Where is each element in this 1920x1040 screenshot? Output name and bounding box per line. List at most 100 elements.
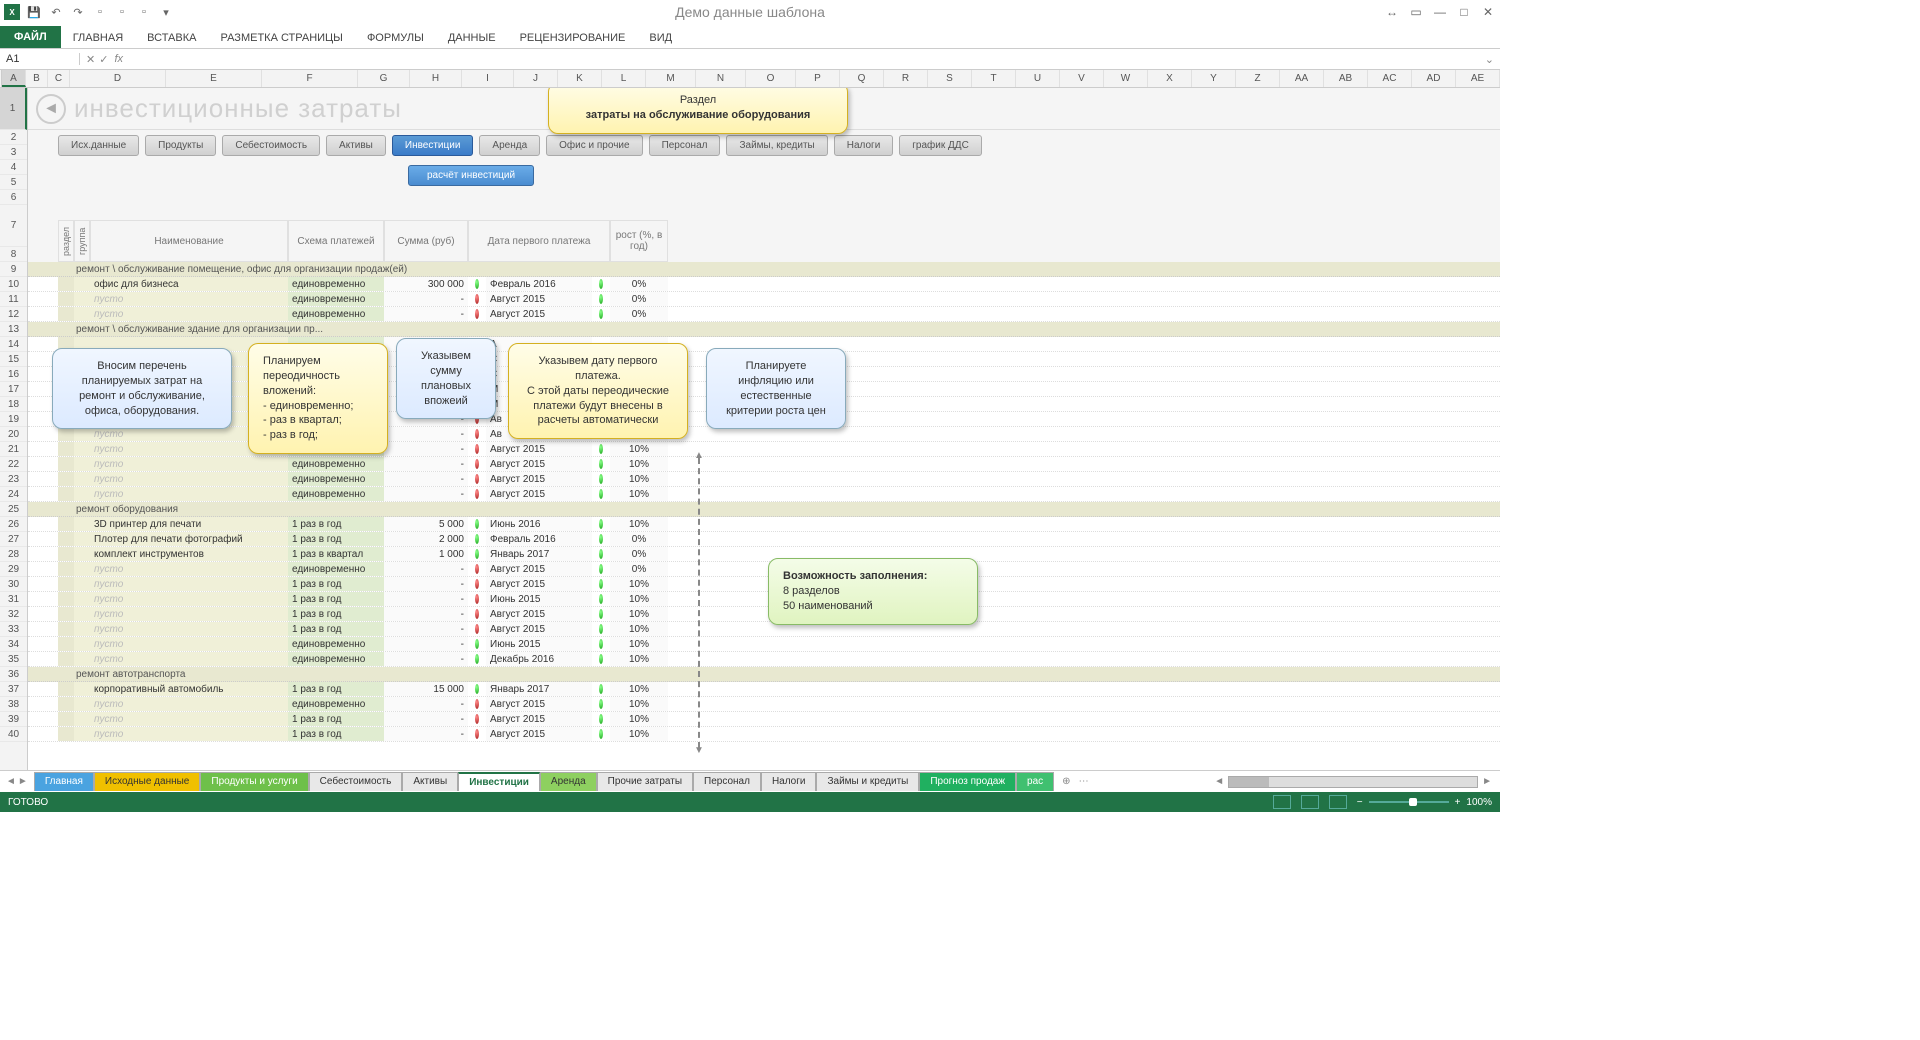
- name-box[interactable]: A1: [0, 53, 80, 65]
- ribbon-tab[interactable]: ВСТАВКА: [135, 28, 208, 48]
- horizontal-scrollbar[interactable]: [1228, 776, 1478, 788]
- row-header[interactable]: 10: [0, 277, 27, 292]
- row-header[interactable]: 39: [0, 712, 27, 727]
- ribbon-toggle-icon[interactable]: ▭: [1408, 4, 1424, 20]
- col-header[interactable]: N: [696, 70, 746, 87]
- nav-button[interactable]: график ДДС: [899, 135, 982, 156]
- sheet-nav-prev-icon[interactable]: ◄: [6, 776, 16, 787]
- expand-formula-icon[interactable]: ⌄: [1479, 53, 1500, 66]
- subnav-button[interactable]: расчёт инвестиций: [408, 165, 534, 186]
- col-header[interactable]: G: [358, 70, 410, 87]
- col-header[interactable]: AE: [1456, 70, 1500, 87]
- sheet-tab[interactable]: Прогноз продаж: [919, 772, 1016, 791]
- row-header[interactable]: 34: [0, 637, 27, 652]
- back-button[interactable]: ◄: [36, 94, 66, 124]
- row-header[interactable]: 19: [0, 412, 27, 427]
- row-header[interactable]: 13: [0, 322, 27, 337]
- redo-icon[interactable]: ↷: [70, 4, 86, 20]
- col-header[interactable]: T: [972, 70, 1016, 87]
- col-header[interactable]: C: [48, 70, 70, 87]
- row-header[interactable]: 29: [0, 562, 27, 577]
- row-header[interactable]: 7: [0, 205, 27, 247]
- table-row[interactable]: пусто единовременно - Декабрь 2016 10%: [28, 652, 1500, 667]
- row-header[interactable]: 36: [0, 667, 27, 682]
- table-row[interactable]: пусто 1 раз в год - Август 2015 10%: [28, 712, 1500, 727]
- table-row[interactable]: пусто единовременно - Август 2015 10%: [28, 697, 1500, 712]
- ribbon-tab[interactable]: ДАННЫЕ: [436, 28, 508, 48]
- minimize-icon[interactable]: —: [1432, 4, 1448, 20]
- table-row[interactable]: Плотер для печати фотографий 1 раз в год…: [28, 532, 1500, 547]
- row-header[interactable]: 28: [0, 547, 27, 562]
- row-header[interactable]: 3: [0, 145, 27, 160]
- print-icon[interactable]: ▫: [136, 4, 152, 20]
- nav-button[interactable]: Себестоимость: [222, 135, 320, 156]
- sheet-tab[interactable]: Инвестиции: [458, 772, 540, 791]
- table-row[interactable]: офис для бизнеса единовременно 300 000 Ф…: [28, 277, 1500, 292]
- hscroll-left-icon[interactable]: ◄: [1210, 776, 1228, 787]
- zoom-out-icon[interactable]: −: [1357, 797, 1363, 808]
- sheet-tab[interactable]: Продукты и услуги: [200, 772, 308, 791]
- row-header[interactable]: 14: [0, 337, 27, 352]
- fx-label[interactable]: fx: [114, 53, 129, 65]
- maximize-icon[interactable]: □: [1456, 4, 1472, 20]
- table-row[interactable]: пусто единовременно - Август 2015 10%: [28, 457, 1500, 472]
- col-header[interactable]: B: [26, 70, 48, 87]
- col-header[interactable]: Q: [840, 70, 884, 87]
- table-row[interactable]: 3D принтер для печати 1 раз в год 5 000 …: [28, 517, 1500, 532]
- row-header[interactable]: 22: [0, 457, 27, 472]
- table-row[interactable]: пусто единовременно - Август 2015 0%: [28, 307, 1500, 322]
- zoom-level[interactable]: 100%: [1466, 797, 1492, 808]
- sheet-tab[interactable]: Займы и кредиты: [816, 772, 919, 791]
- col-header[interactable]: H: [410, 70, 462, 87]
- col-header[interactable]: V: [1060, 70, 1104, 87]
- nav-button[interactable]: Займы, кредиты: [726, 135, 827, 156]
- worksheet[interactable]: ◄ инвестиционные затраты Исх.данныеПроду…: [28, 88, 1500, 770]
- row-header[interactable]: 26: [0, 517, 27, 532]
- ribbon-tab[interactable]: РЕЦЕНЗИРОВАНИЕ: [508, 28, 638, 48]
- row-header[interactable]: 31: [0, 592, 27, 607]
- sheet-tab[interactable]: Исходные данные: [94, 772, 201, 791]
- row-header[interactable]: 32: [0, 607, 27, 622]
- row-header[interactable]: 23: [0, 472, 27, 487]
- nav-button[interactable]: Продукты: [145, 135, 216, 156]
- row-header[interactable]: 21: [0, 442, 27, 457]
- row-header[interactable]: 30: [0, 577, 27, 592]
- col-header[interactable]: K: [558, 70, 602, 87]
- row-header[interactable]: 8: [0, 247, 27, 262]
- table-row[interactable]: пусто единовременно - Июнь 2015 10%: [28, 637, 1500, 652]
- nav-button[interactable]: Инвестиции: [392, 135, 474, 156]
- col-header[interactable]: D: [70, 70, 166, 87]
- table-row[interactable]: комплект инструментов 1 раз в квартал 1 …: [28, 547, 1500, 562]
- table-row[interactable]: пусто 1 раз в год - Август 2015 10%: [28, 577, 1500, 592]
- col-header[interactable]: AD: [1412, 70, 1456, 87]
- row-header[interactable]: 9: [0, 262, 27, 277]
- nav-button[interactable]: Активы: [326, 135, 386, 156]
- qat-dropdown-icon[interactable]: ▾: [158, 4, 174, 20]
- sheet-tab[interactable]: Активы: [402, 772, 458, 791]
- help-icon[interactable]: ↔: [1384, 4, 1400, 20]
- nav-button[interactable]: Аренда: [479, 135, 540, 156]
- zoom-slider[interactable]: [1369, 801, 1449, 803]
- col-header[interactable]: R: [884, 70, 928, 87]
- col-header[interactable]: E: [166, 70, 262, 87]
- col-header[interactable]: M: [646, 70, 696, 87]
- close-icon[interactable]: ✕: [1480, 4, 1496, 20]
- row-header[interactable]: 35: [0, 652, 27, 667]
- table-row[interactable]: пусто единовременно - Август 2015 0%: [28, 562, 1500, 577]
- row-header[interactable]: 2: [0, 130, 27, 145]
- row-header[interactable]: 37: [0, 682, 27, 697]
- row-header[interactable]: 6: [0, 190, 27, 205]
- save-icon[interactable]: 💾: [26, 4, 42, 20]
- col-header[interactable]: P: [796, 70, 840, 87]
- nav-button[interactable]: Исх.данные: [58, 135, 139, 156]
- row-header[interactable]: 38: [0, 697, 27, 712]
- sheet-tab[interactable]: Главная: [34, 772, 94, 791]
- ribbon-tab[interactable]: РАЗМЕТКА СТРАНИЦЫ: [208, 28, 354, 48]
- col-header[interactable]: AB: [1324, 70, 1368, 87]
- tab-file[interactable]: ФАЙЛ: [0, 26, 61, 48]
- col-header[interactable]: L: [602, 70, 646, 87]
- view-normal-icon[interactable]: [1273, 795, 1291, 809]
- ribbon-tab[interactable]: ГЛАВНАЯ: [61, 28, 135, 48]
- nav-button[interactable]: Персонал: [649, 135, 721, 156]
- row-header[interactable]: 24: [0, 487, 27, 502]
